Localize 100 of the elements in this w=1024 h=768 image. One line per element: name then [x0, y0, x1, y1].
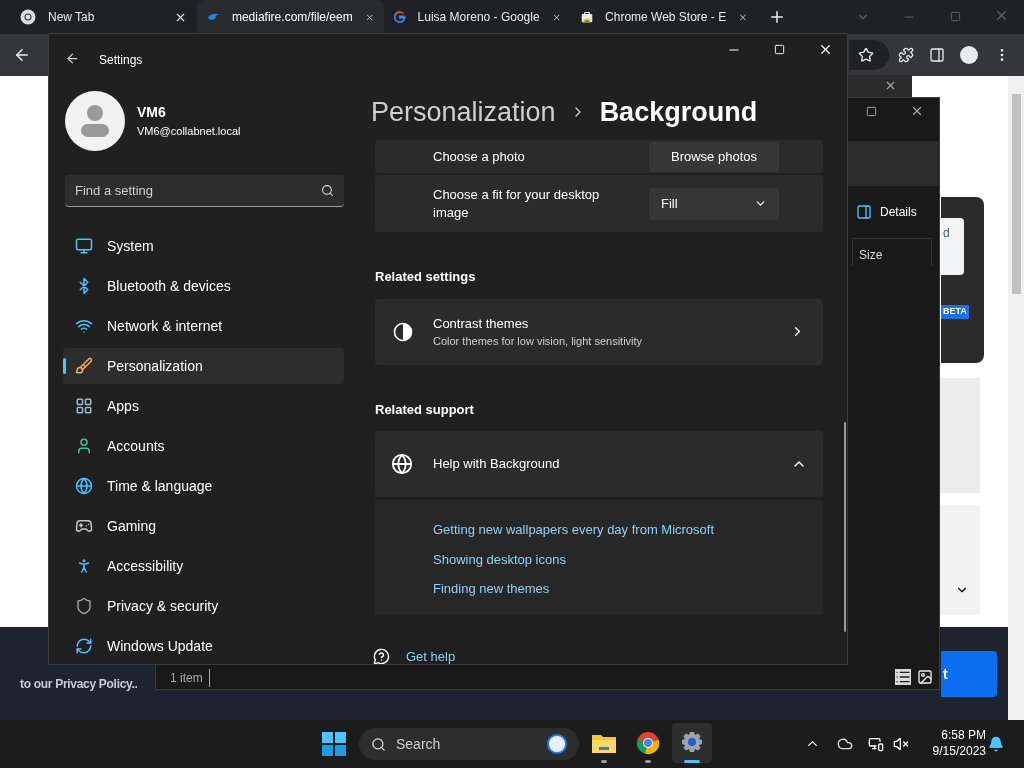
taskbar-search[interactable]: Search: [359, 728, 579, 760]
globe-icon: [391, 453, 413, 475]
nav-item[interactable]: System: [63, 228, 344, 264]
nav-item[interactable]: Accounts: [63, 428, 344, 464]
setting-card[interactable]: Contrast themes Color themes for low vision, light sensitivity: [375, 298, 823, 365]
nav-label: Gaming: [107, 516, 157, 536]
nav-item[interactable]: Windows Update: [63, 628, 344, 664]
running-indicator: [601, 760, 607, 763]
nav-label: Time & language: [107, 476, 213, 496]
extensions-icon[interactable]: [898, 47, 914, 63]
google-logo-icon: [394, 9, 406, 25]
breadcrumb-parent[interactable]: Personalization: [371, 92, 556, 133]
nav-label: Accounts: [107, 436, 165, 456]
user-email: VM6@collabnet.local: [137, 124, 241, 140]
side-panel-icon[interactable]: [929, 47, 945, 63]
gamepad-icon: [75, 517, 93, 535]
nav-label: Privacy & security: [107, 596, 219, 616]
monitor-icon: [75, 237, 93, 255]
section-heading: Related settings: [375, 268, 477, 286]
nav-label: System: [107, 236, 154, 256]
notification-icon[interactable]: [988, 736, 1004, 752]
nav-item[interactable]: Bluetooth & devices: [63, 268, 344, 304]
search-field[interactable]: Find a setting: [65, 175, 344, 207]
nav-label: Accessibility: [107, 556, 184, 576]
column-header[interactable]: Size: [852, 238, 932, 266]
folder-icon: [591, 732, 617, 754]
beta-badge: BETA: [941, 305, 969, 319]
clock[interactable]: 6:58 PM 9/15/2023: [920, 727, 986, 759]
section-heading: Related support: [375, 400, 475, 419]
tab-title: Luisa Moreno - Google: [417, 9, 540, 26]
help-link[interactable]: Showing desktop icons: [433, 549, 823, 569]
taskbar-app[interactable]: [672, 723, 712, 763]
maximize-icon[interactable]: [866, 106, 877, 117]
wifi-icon: [75, 317, 93, 335]
nav-label: Apps: [107, 396, 139, 416]
nav-label: Bluetooth & devices: [107, 276, 231, 296]
tab-title: Chrome Web Store - E: [605, 9, 727, 26]
fit-dropdown[interactable]: Fill: [649, 187, 779, 220]
close-icon[interactable]: [884, 79, 897, 92]
nav-item[interactable]: Apps: [63, 388, 344, 424]
clock-date: 9/15/2023: [932, 743, 986, 759]
get-help-link[interactable]: Get help: [406, 646, 456, 664]
search-icon: [371, 736, 386, 752]
person-icon: [75, 437, 93, 455]
person-silhouette-icon: [80, 104, 110, 138]
clock-time: 6:58 PM: [941, 727, 986, 743]
brush-icon: [75, 357, 93, 375]
network-icon[interactable]: [868, 736, 884, 752]
tab-title: mediafire.com/file/eem: [231, 9, 353, 26]
details-pane-icon: [856, 204, 872, 220]
setting-label: Choose a photo: [433, 147, 526, 166]
running-indicator: [645, 760, 651, 763]
scrollbar-thumb[interactable]: [1012, 94, 1021, 294]
search-input[interactable]: Find a setting: [75, 180, 321, 201]
new-tab-icon[interactable]: [768, 8, 786, 26]
nav-label: Network & internet: [107, 316, 223, 336]
expander-title: Help with Background: [433, 455, 561, 474]
scrollbar-thumb[interactable]: [844, 422, 846, 632]
accept-button[interactable]: t: [941, 651, 997, 697]
contrast-icon: [393, 321, 413, 342]
nav-label: Windows Update: [107, 636, 213, 656]
page-title: Background: [599, 96, 758, 129]
details-view-icon[interactable]: [895, 669, 911, 685]
start-icon[interactable]: [322, 732, 346, 756]
browse-button[interactable]: Browse photos: [649, 141, 779, 172]
back-icon[interactable]: [65, 51, 80, 66]
close-icon[interactable]: [910, 104, 924, 118]
back-icon[interactable]: [13, 46, 31, 64]
card-title: Contrast themes: [433, 314, 530, 333]
running-indicator: [684, 760, 700, 763]
card-button[interactable]: d: [941, 218, 964, 275]
globe-icon: [75, 477, 93, 495]
nav-item[interactable]: Personalization: [63, 348, 344, 384]
profile-avatar[interactable]: [960, 46, 978, 64]
help-link[interactable]: Finding new themes: [433, 579, 823, 599]
user-name: VM6: [137, 103, 167, 123]
bing-icon: [547, 734, 567, 754]
nav-item[interactable]: Gaming: [63, 508, 344, 544]
nav-item[interactable]: Network & internet: [63, 308, 344, 344]
search-input[interactable]: Search: [396, 733, 537, 755]
store-bag-icon: [581, 9, 594, 25]
close-icon[interactable]: [818, 42, 833, 57]
nav-item[interactable]: Privacy & security: [63, 588, 344, 624]
tab-title: New Tab: [48, 9, 96, 26]
shield-icon: [75, 597, 93, 615]
grid-icon: [75, 397, 93, 415]
star-icon[interactable]: [858, 47, 874, 63]
cloud-icon[interactable]: [837, 736, 853, 752]
volume-muted-icon[interactable]: [893, 736, 909, 752]
refresh-icon: [75, 637, 93, 655]
address-bar[interactable]: [849, 40, 889, 70]
help-link[interactable]: Getting new wallpapers every day from Microsoft: [433, 520, 823, 540]
details-label[interactable]: Details: [880, 203, 917, 221]
nav-item[interactable]: Time & language: [63, 468, 344, 504]
tiles-view-icon[interactable]: [917, 669, 933, 685]
search-icon[interactable]: [321, 184, 334, 197]
browser-tab[interactable]: mediafire.com/file/eem: [197, 0, 384, 34]
help-expander[interactable]: Help with Background: [375, 431, 823, 497]
nav-item[interactable]: Accessibility: [63, 548, 344, 584]
gear-icon: [680, 731, 704, 755]
